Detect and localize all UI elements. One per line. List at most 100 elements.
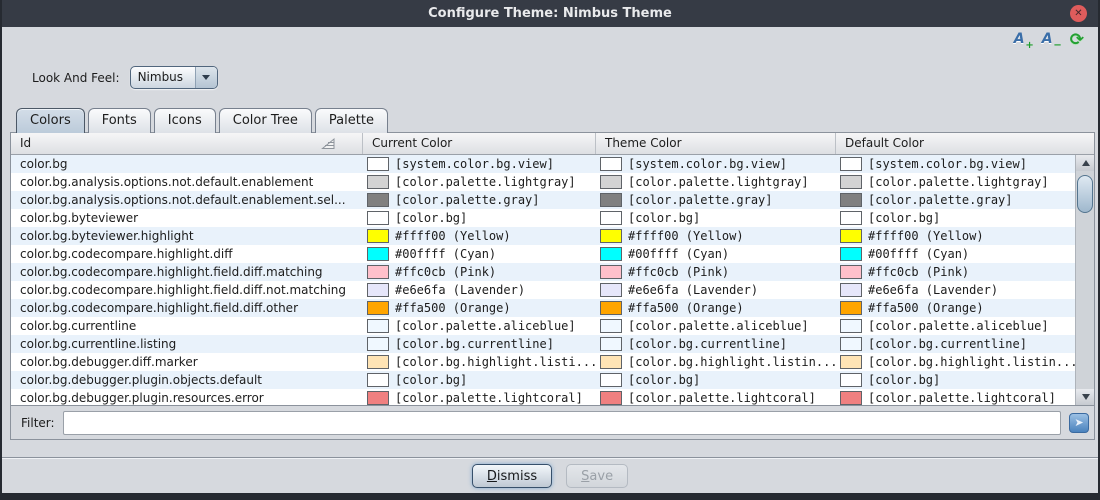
color-swatch[interactable] — [600, 301, 622, 315]
vertical-scrollbar[interactable] — [1075, 155, 1094, 405]
color-swatch[interactable] — [840, 373, 862, 387]
default-color-cell[interactable]: [color.bg.currentline] — [836, 335, 1077, 353]
color-swatch[interactable] — [600, 283, 622, 297]
color-swatch[interactable] — [600, 373, 622, 387]
save-button[interactable]: Save — [566, 464, 628, 488]
color-swatch[interactable] — [840, 193, 862, 207]
color-swatch[interactable] — [840, 157, 862, 171]
color-swatch[interactable] — [367, 355, 389, 369]
table-row[interactable]: color.bg.codecompare.highlight.diff#00ff… — [11, 245, 1077, 263]
default-color-cell[interactable]: [color.palette.lightgray] — [836, 173, 1077, 191]
table-row[interactable]: color.bg.debugger.plugin.resources.error… — [11, 389, 1077, 405]
filter-input[interactable] — [63, 411, 1061, 435]
tab-palette[interactable]: Palette — [315, 108, 388, 133]
table-row[interactable]: color.bg.debugger.plugin.objects.default… — [11, 371, 1077, 389]
color-swatch[interactable] — [367, 229, 389, 243]
default-color-cell[interactable]: #e6e6fa (Lavender) — [836, 281, 1077, 299]
scrollbar-thumb[interactable] — [1077, 175, 1093, 213]
current-color-cell[interactable]: #ffa500 (Orange) — [363, 299, 596, 317]
color-swatch[interactable] — [840, 229, 862, 243]
theme-color-cell[interactable]: #ffff00 (Yellow) — [596, 227, 836, 245]
scroll-up-icon[interactable] — [1076, 155, 1094, 171]
theme-color-cell[interactable]: #ffa500 (Orange) — [596, 299, 836, 317]
scroll-down-icon[interactable] — [1076, 389, 1094, 405]
color-swatch[interactable] — [840, 247, 862, 261]
color-swatch[interactable] — [367, 337, 389, 351]
color-swatch[interactable] — [600, 193, 622, 207]
color-swatch[interactable] — [600, 355, 622, 369]
current-color-cell[interactable]: [color.bg.highlight.listi... — [363, 353, 596, 371]
current-color-cell[interactable]: [color.bg] — [363, 371, 596, 389]
column-header-theme-color[interactable]: Theme Color — [596, 133, 836, 154]
color-swatch[interactable] — [367, 373, 389, 387]
default-color-cell[interactable]: #00ffff (Cyan) — [836, 245, 1077, 263]
default-color-cell[interactable]: #ffc0cb (Pink) — [836, 263, 1077, 281]
decrement-font-icon[interactable]: A− — [1042, 31, 1060, 49]
color-swatch[interactable] — [367, 319, 389, 333]
look-and-feel-dropdown[interactable]: Nimbus — [130, 66, 218, 89]
color-swatch[interactable] — [600, 247, 622, 261]
theme-color-cell[interactable]: #e6e6fa (Lavender) — [596, 281, 836, 299]
color-swatch[interactable] — [840, 265, 862, 279]
column-header-current-color[interactable]: Current Color — [363, 133, 596, 154]
color-swatch[interactable] — [367, 211, 389, 225]
theme-color-cell[interactable]: [color.palette.lightcoral] — [596, 389, 836, 405]
current-color-cell[interactable]: [color.palette.aliceblue] — [363, 317, 596, 335]
theme-color-cell[interactable]: [system.color.bg.view] — [596, 155, 836, 173]
dismiss-button[interactable]: Dismiss — [472, 464, 552, 488]
table-row[interactable]: color.bg.currentline.listing[color.bg.cu… — [11, 335, 1077, 353]
current-color-cell[interactable]: #e6e6fa (Lavender) — [363, 281, 596, 299]
tab-color-tree[interactable]: Color Tree — [219, 108, 312, 133]
default-color-cell[interactable]: [color.palette.lightcoral] — [836, 389, 1077, 405]
color-swatch[interactable] — [840, 301, 862, 315]
filter-options-icon[interactable]: ➤ — [1069, 413, 1089, 433]
color-swatch[interactable] — [367, 283, 389, 297]
color-swatch[interactable] — [367, 301, 389, 315]
default-color-cell[interactable]: [color.bg.highlight.listin... — [836, 353, 1077, 371]
default-color-cell[interactable]: [color.bg] — [836, 371, 1077, 389]
table-row[interactable]: color.bg.codecompare.highlight.field.dif… — [11, 299, 1077, 317]
current-color-cell[interactable]: #00ffff (Cyan) — [363, 245, 596, 263]
color-swatch[interactable] — [367, 265, 389, 279]
default-color-cell[interactable]: #ffff00 (Yellow) — [836, 227, 1077, 245]
close-icon[interactable]: ✕ — [1070, 5, 1087, 22]
tab-icons[interactable]: Icons — [154, 108, 216, 133]
tab-fonts[interactable]: Fonts — [88, 108, 151, 133]
color-swatch[interactable] — [840, 337, 862, 351]
theme-color-cell[interactable]: [color.palette.gray] — [596, 191, 836, 209]
current-color-cell[interactable]: [system.color.bg.view] — [363, 155, 596, 173]
color-swatch[interactable] — [600, 175, 622, 189]
titlebar[interactable]: Configure Theme: Nimbus Theme ✕ — [0, 0, 1100, 27]
color-swatch[interactable] — [367, 175, 389, 189]
current-color-cell[interactable]: #ffff00 (Yellow) — [363, 227, 596, 245]
color-swatch[interactable] — [600, 391, 622, 405]
color-swatch[interactable] — [840, 355, 862, 369]
color-swatch[interactable] — [367, 247, 389, 261]
current-color-cell[interactable]: [color.palette.gray] — [363, 191, 596, 209]
default-color-cell[interactable]: #ffa500 (Orange) — [836, 299, 1077, 317]
default-color-cell[interactable]: [color.palette.aliceblue] — [836, 317, 1077, 335]
color-swatch[interactable] — [840, 211, 862, 225]
table-row[interactable]: color.bg[system.color.bg.view][system.co… — [11, 155, 1077, 173]
reload-icon[interactable]: ⟳ — [1070, 31, 1084, 49]
color-swatch[interactable] — [600, 265, 622, 279]
table-row[interactable]: color.bg.byteviewer[color.bg][color.bg][… — [11, 209, 1077, 227]
table-row[interactable]: color.bg.currentline[color.palette.alice… — [11, 317, 1077, 335]
current-color-cell[interactable]: [color.palette.lightcoral] — [363, 389, 596, 405]
theme-color-cell[interactable]: [color.palette.lightgray] — [596, 173, 836, 191]
theme-color-cell[interactable]: [color.bg.highlight.listin... — [596, 353, 836, 371]
current-color-cell[interactable]: [color.palette.lightgray] — [363, 173, 596, 191]
color-swatch[interactable] — [600, 319, 622, 333]
chevron-down-icon[interactable] — [195, 67, 217, 88]
theme-color-cell[interactable]: #ffc0cb (Pink) — [596, 263, 836, 281]
color-swatch[interactable] — [600, 211, 622, 225]
color-swatch[interactable] — [367, 157, 389, 171]
default-color-cell[interactable]: [color.palette.gray] — [836, 191, 1077, 209]
increment-font-icon[interactable]: A+ — [1014, 31, 1032, 49]
table-row[interactable]: color.bg.byteviewer.highlight#ffff00 (Ye… — [11, 227, 1077, 245]
color-swatch[interactable] — [600, 229, 622, 243]
default-color-cell[interactable]: [system.color.bg.view] — [836, 155, 1077, 173]
theme-color-cell[interactable]: [color.bg] — [596, 209, 836, 227]
color-swatch[interactable] — [840, 175, 862, 189]
tab-colors[interactable]: Colors — [16, 108, 85, 133]
